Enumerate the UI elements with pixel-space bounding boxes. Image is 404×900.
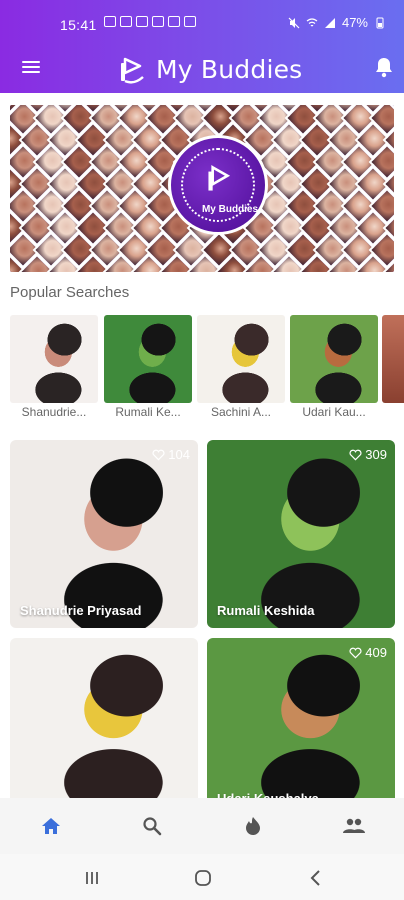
- home-circle-icon: [195, 870, 211, 886]
- heart-icon: [349, 647, 362, 658]
- popular-thumbnail: [197, 315, 285, 403]
- back-icon: [310, 870, 320, 886]
- popular-item-name: Shanudrie...: [21, 405, 87, 419]
- card-name: Shanudrie Priyasad: [20, 603, 142, 618]
- buddy-card[interactable]: 309 Rumali Keshida: [207, 440, 395, 628]
- wifi-icon: [306, 17, 318, 26]
- card-likes-count: 309: [365, 447, 387, 462]
- nav-search[interactable]: [132, 806, 172, 846]
- buddy-card[interactable]: [10, 638, 198, 808]
- buddy-card[interactable]: 409 Udari Kaushalya: [207, 638, 395, 808]
- card-photo: [207, 638, 395, 808]
- back-button[interactable]: [304, 866, 328, 890]
- clipboard-notification-icon: [152, 16, 164, 27]
- popular-item-partial[interactable]: [382, 315, 404, 403]
- home-system-button[interactable]: [191, 866, 215, 890]
- app-title: My Buddies: [156, 54, 303, 84]
- battery-icon: [376, 17, 384, 28]
- card-name: Rumali Keshida: [217, 603, 315, 618]
- card-likes: 409: [349, 645, 387, 660]
- status-time: 15:41: [60, 17, 97, 33]
- popular-thumbnail: [290, 315, 378, 403]
- app-header: 15:41 47% My Buddies: [0, 0, 404, 93]
- image-notification-icon: [168, 16, 180, 27]
- card-photo: [10, 440, 198, 628]
- notification-icons: [104, 16, 196, 27]
- card-likes-count: 104: [168, 447, 190, 462]
- popular-item[interactable]: Sachini A...: [197, 315, 285, 419]
- battery-text: 47%: [341, 15, 368, 30]
- card-likes: 309: [349, 447, 387, 462]
- home-icon: [41, 818, 60, 834]
- app-bar: My Buddies: [0, 48, 404, 93]
- recent-apps-icon: [86, 872, 98, 884]
- youtube-notification-icon: [136, 16, 148, 27]
- bell-icon[interactable]: [374, 56, 394, 78]
- status-bar: 15:41 47%: [0, 0, 404, 48]
- heart-icon: [349, 449, 362, 460]
- popular-searches-title: Popular Searches: [10, 284, 130, 301]
- card-likes-count: 409: [365, 645, 387, 660]
- popular-thumbnail: [104, 315, 192, 403]
- popular-item[interactable]: Udari Kau...: [290, 315, 378, 419]
- fire-icon: [245, 817, 260, 835]
- buddy-card[interactable]: 104 Shanudrie Priyasad: [10, 440, 198, 628]
- popular-item[interactable]: Rumali Ke...: [104, 315, 192, 419]
- banner-logo-ring: My Buddies: [181, 148, 258, 222]
- popular-item[interactable]: Shanudrie...: [10, 315, 98, 419]
- youtube-notification-icon: [104, 16, 116, 27]
- calendar-notification-icon: [184, 16, 196, 27]
- people-icon: [342, 818, 365, 833]
- nav-people[interactable]: [334, 806, 374, 846]
- featured-banner[interactable]: My Buddies: [10, 105, 394, 272]
- bottom-navigation: [0, 798, 404, 854]
- system-navigation-bar: [0, 854, 404, 900]
- recent-apps-button[interactable]: [80, 866, 104, 890]
- popular-thumbnail: [382, 315, 404, 403]
- search-icon: [142, 817, 161, 836]
- logo-mark-icon: [121, 57, 144, 84]
- app-logo: My Buddies: [116, 51, 302, 87]
- nav-home[interactable]: [31, 806, 71, 846]
- youtube-notification-icon: [120, 16, 132, 27]
- banner-logo-mark-icon: [208, 165, 231, 191]
- status-right: 47%: [288, 15, 386, 30]
- card-photo: [207, 440, 395, 628]
- nav-trending[interactable]: [233, 806, 273, 846]
- popular-item-name: Rumali Ke...: [115, 405, 181, 419]
- popular-item-name: Udari Kau...: [302, 405, 366, 419]
- signal-icon: [324, 17, 335, 28]
- menu-button[interactable]: [22, 58, 42, 76]
- popular-searches-list: Shanudrie... Rumali Ke... Sachini A... U…: [10, 315, 404, 425]
- popular-thumbnail: [10, 315, 98, 403]
- banner-logo: My Buddies: [168, 135, 268, 235]
- mute-icon: [288, 17, 300, 28]
- banner-logo-text: My Buddies: [201, 204, 259, 215]
- menu-icon: [22, 61, 42, 73]
- popular-item-name: Sachini A...: [210, 405, 272, 419]
- card-likes: 104: [152, 447, 190, 462]
- heart-icon: [152, 449, 165, 460]
- card-photo: [10, 638, 198, 808]
